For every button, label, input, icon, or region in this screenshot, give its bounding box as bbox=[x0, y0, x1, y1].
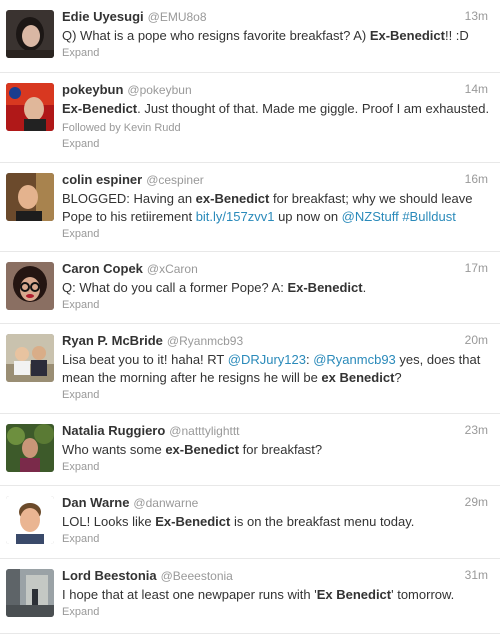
tweet-text-segment: . Just thought of that. Made me giggle. … bbox=[137, 101, 490, 116]
tweet-author-name[interactable]: Edie Uyesugi bbox=[62, 9, 144, 24]
avatar[interactable] bbox=[6, 262, 54, 310]
tweet-link[interactable]: @DRJury123 bbox=[228, 352, 306, 367]
tweet-text: Ex-Benedict. Just thought of that. Made … bbox=[62, 100, 492, 118]
avatar[interactable] bbox=[6, 334, 54, 382]
highlighted-keyword: ex-Benedict bbox=[195, 191, 270, 206]
tweet-timestamp[interactable]: 23m bbox=[465, 423, 488, 437]
tweet-item[interactable]: Lord Beestonia @Beeestonia 31m I hope tha… bbox=[0, 559, 500, 634]
avatar[interactable] bbox=[6, 424, 54, 472]
tweet-timestamp[interactable]: 16m bbox=[465, 172, 488, 186]
expand-link[interactable]: Expand bbox=[62, 297, 492, 313]
tweet-author-handle[interactable]: @Beeestonia bbox=[161, 569, 233, 583]
tweet-timestamp[interactable]: 20m bbox=[465, 333, 488, 347]
tweet-author-name[interactable]: pokeybun bbox=[62, 82, 123, 97]
tweet-link[interactable]: @Ryanmcb93 bbox=[313, 352, 396, 367]
tweet-author-handle[interactable]: @danwarne bbox=[133, 496, 198, 510]
highlighted-keyword: Ex Benedict bbox=[316, 587, 392, 602]
highlighted-keyword: Ex-Benedict bbox=[155, 514, 231, 529]
tweet-item[interactable]: Dan Warne @danwarne 29m LOL! Looks like E… bbox=[0, 486, 500, 559]
highlighted-keyword: ex-Benedict bbox=[165, 442, 240, 457]
tweet-author-handle[interactable]: @natttylighttt bbox=[169, 424, 239, 438]
tweet-author-handle[interactable]: @cespiner bbox=[146, 173, 204, 187]
expand-link[interactable]: Expand bbox=[62, 226, 492, 242]
followed-by-note: Followed by Kevin Rudd bbox=[62, 122, 181, 134]
tweet-timestamp[interactable]: 13m bbox=[465, 9, 488, 23]
tweet-text-segment: ' tomorrow. bbox=[391, 587, 455, 602]
highlighted-keyword: Ex-Benedict bbox=[287, 280, 363, 295]
tweet-text-segment: LOL! Looks like bbox=[62, 514, 156, 529]
expand-link[interactable]: Expand bbox=[62, 387, 492, 403]
tweet-item[interactable]: Natalia Ruggiero @natttylighttt 23m Who w… bbox=[0, 414, 500, 486]
tweet-text: Lisa beat you to it! haha! RT @DRJury123… bbox=[62, 351, 492, 387]
tweet-author-name[interactable]: Dan Warne bbox=[62, 495, 129, 510]
tweet-timestamp[interactable]: 31m bbox=[465, 568, 488, 582]
avatar[interactable] bbox=[6, 10, 54, 58]
tweet-text-segment: Lisa beat you to it! haha! RT bbox=[62, 352, 228, 367]
tweet-text-segment: Q: What do you call a former Pope? A: bbox=[62, 280, 288, 295]
highlighted-keyword: ex Benedict bbox=[321, 370, 395, 385]
tweet-author-handle[interactable]: @Ryanmcb93 bbox=[167, 334, 243, 348]
tweet-text-segment: up now on bbox=[274, 209, 342, 224]
tweet-text: Who wants some ex-Benedict for breakfast… bbox=[62, 441, 492, 459]
tweet-item[interactable]: Caron Copek @xCaron 17m Q: What do you ca… bbox=[0, 252, 500, 324]
expand-link[interactable]: Expand bbox=[62, 136, 492, 152]
tweet-link[interactable]: @NZStuff bbox=[342, 209, 399, 224]
tweet-item[interactable]: Edie Uyesugi @EMU8o8 13m Q) What is a pop… bbox=[0, 0, 500, 73]
tweet-text: Q: What do you call a former Pope? A: Ex… bbox=[62, 279, 492, 297]
avatar[interactable] bbox=[6, 83, 54, 131]
tweet-text-segment: !! :D bbox=[444, 28, 469, 43]
tweet-text-segment: ? bbox=[394, 370, 402, 385]
expand-link[interactable]: Expand bbox=[62, 531, 492, 547]
tweet-text-segment: Who wants some bbox=[62, 442, 166, 457]
tweet-item[interactable]: colin espiner @cespiner 16m BLOGGED: Havi… bbox=[0, 163, 500, 252]
tweet-timestamp[interactable]: 29m bbox=[465, 495, 488, 509]
tweet-text-segment: Q) What is a pope who resigns favorite b… bbox=[62, 28, 370, 43]
highlighted-keyword: Ex-Benedict bbox=[62, 101, 138, 116]
tweet-text: BLOGGED: Having an ex-Benedict for break… bbox=[62, 190, 492, 226]
tweet-author-name[interactable]: Lord Beestonia bbox=[62, 568, 157, 583]
tweet-author-handle[interactable]: @xCaron bbox=[147, 262, 198, 276]
avatar[interactable] bbox=[6, 569, 54, 617]
tweet-timestamp[interactable]: 14m bbox=[465, 82, 488, 96]
tweet-timeline: Edie Uyesugi @EMU8o8 13m Q) What is a pop… bbox=[0, 0, 500, 634]
tweet-text: LOL! Looks like Ex-Benedict is on the br… bbox=[62, 513, 492, 531]
expand-link[interactable]: Expand bbox=[62, 459, 492, 475]
tweet-author-name[interactable]: colin espiner bbox=[62, 172, 142, 187]
tweet-text-segment: BLOGGED: Having an bbox=[62, 191, 196, 206]
tweet-item[interactable]: Ryan P. McBride @Ryanmcb93 20m Lisa beat … bbox=[0, 324, 500, 414]
tweet-author-name[interactable]: Natalia Ruggiero bbox=[62, 423, 165, 438]
expand-link[interactable]: Expand bbox=[62, 45, 492, 61]
tweet-text: I hope that at least one newpaper runs w… bbox=[62, 586, 492, 604]
tweet-author-handle[interactable]: @EMU8o8 bbox=[148, 10, 207, 24]
tweet-author-name[interactable]: Ryan P. McBride bbox=[62, 333, 163, 348]
tweet-timestamp[interactable]: 17m bbox=[465, 261, 488, 275]
tweet-author-name[interactable]: Caron Copek bbox=[62, 261, 143, 276]
tweet-text-segment: I hope that at least one newpaper runs w… bbox=[62, 587, 317, 602]
tweet-link[interactable]: bit.ly/157zvv1 bbox=[196, 209, 275, 224]
tweet-author-handle[interactable]: @pokeybun bbox=[127, 83, 191, 97]
tweet-link[interactable]: #Bulldust bbox=[402, 209, 455, 224]
tweet-text-segment: is on the breakfast menu today. bbox=[230, 514, 415, 529]
avatar[interactable] bbox=[6, 173, 54, 221]
highlighted-keyword: Ex-Benedict bbox=[369, 28, 445, 43]
tweet-item[interactable]: pokeybun @pokeybun 14m Ex-Benedict. Just … bbox=[0, 73, 500, 163]
tweet-text-segment: for breakfast? bbox=[239, 442, 323, 457]
avatar[interactable] bbox=[6, 496, 54, 544]
expand-link[interactable]: Expand bbox=[62, 604, 492, 620]
tweet-text-segment: . bbox=[362, 280, 367, 295]
tweet-text: Q) What is a pope who resigns favorite b… bbox=[62, 27, 492, 45]
